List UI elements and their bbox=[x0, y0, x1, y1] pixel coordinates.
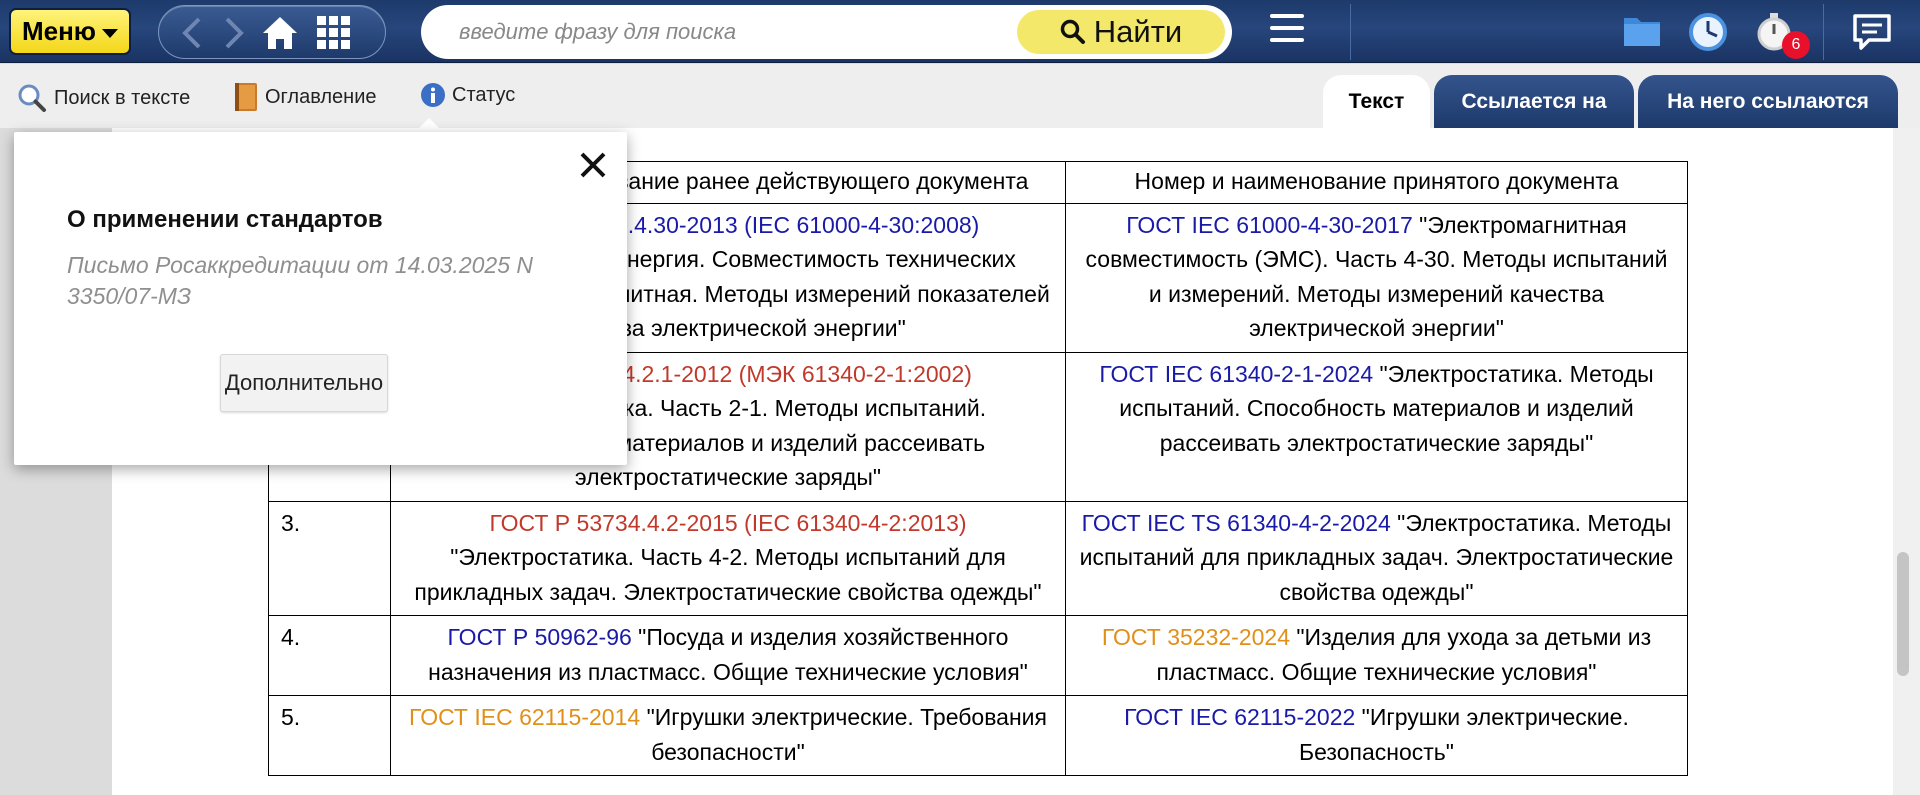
old-document-cell: ГОСТ Р 50962-96 "Посуда и изделия хозяйс… bbox=[390, 615, 1066, 696]
popup-pointer bbox=[414, 118, 444, 133]
new-document-link[interactable]: ГОСТ IEC 62115-2022 bbox=[1124, 704, 1355, 730]
old-document-link[interactable]: ГОСТ Р 53734.4.2-2015 (IEC 61340-4-2:201… bbox=[489, 510, 966, 536]
search-box: Найти bbox=[421, 5, 1232, 59]
new-document-cell: ГОСТ IEC 62115-2022 "Игрушки электрическ… bbox=[1065, 695, 1688, 776]
search-icon bbox=[18, 84, 46, 112]
search-in-text-label: Поиск в тексте bbox=[54, 86, 191, 109]
old-document-link[interactable]: ГОСТ Р 50962-96 bbox=[448, 624, 632, 650]
new-document-cell: ГОСТ IEC 61000-4-30-2017 "Электромагнитн… bbox=[1065, 202, 1688, 353]
popup-title: О применении стандартов bbox=[67, 206, 383, 233]
old-document-title: "Игрушки электрические. Требования безоп… bbox=[640, 704, 1047, 765]
scrollbar-track[interactable] bbox=[1893, 128, 1920, 795]
chevron-right-icon[interactable] bbox=[215, 14, 253, 52]
tab-text[interactable]: Текст bbox=[1323, 75, 1430, 128]
clock-icon[interactable] bbox=[1688, 12, 1728, 52]
tab-text-label: Текст bbox=[1348, 89, 1405, 113]
home-icon[interactable] bbox=[261, 14, 299, 52]
old-document-cell: ГОСТ IEC 62115-2014 "Игрушки электрическ… bbox=[390, 695, 1066, 776]
tab-references-to[interactable]: Ссылается на bbox=[1434, 75, 1634, 128]
menu-button[interactable]: Меню bbox=[9, 8, 131, 55]
hamburger-icon[interactable] bbox=[1270, 14, 1304, 48]
new-document-link[interactable]: ГОСТ IEC 61340-2-1-2024 bbox=[1099, 361, 1373, 387]
close-icon[interactable] bbox=[574, 146, 612, 184]
toolbar-divider bbox=[1350, 4, 1351, 60]
document-toolbar: Поиск в тексте Оглавление Статус Текст С… bbox=[0, 64, 1920, 128]
new-document-cell: ГОСТ 35232-2024 "Изделия для ухода за де… bbox=[1065, 615, 1688, 696]
new-document-link[interactable]: ГОСТ IEC TS 61340-4-2-2024 bbox=[1082, 510, 1391, 536]
menu-button-label: Меню bbox=[21, 16, 97, 46]
tab-references-to-label: Ссылается на bbox=[1461, 89, 1607, 113]
find-button[interactable]: Найти bbox=[1017, 10, 1225, 54]
folder-icon[interactable] bbox=[1622, 12, 1662, 52]
search-in-text-button[interactable]: Поиск в тексте bbox=[16, 82, 190, 114]
book-icon bbox=[235, 83, 257, 111]
row-number: 4. bbox=[268, 615, 391, 696]
table-row: 3. ГОСТ Р 53734.4.2-2015 (IEC 61340-4-2:2… bbox=[268, 500, 1688, 616]
contents-label: Оглавление bbox=[265, 85, 377, 108]
new-document-link[interactable]: ГОСТ IEC 61000-4-30-2017 bbox=[1126, 212, 1413, 238]
more-button[interactable]: Дополнительно bbox=[220, 354, 388, 412]
chevron-left-icon[interactable] bbox=[173, 14, 211, 52]
grid-icon[interactable] bbox=[315, 14, 353, 52]
scrollbar-thumb[interactable] bbox=[1897, 552, 1909, 676]
popup-subtitle: Письмо Росаккредитации от 14.03.2025 N 3… bbox=[67, 252, 533, 309]
new-document-link[interactable]: ГОСТ 35232-2024 bbox=[1102, 624, 1290, 650]
contents-button[interactable]: Оглавление bbox=[233, 82, 377, 112]
old-document-title: "Электростатика. Часть 4-2. Методы испыт… bbox=[414, 544, 1042, 605]
table-row: 4. ГОСТ Р 50962-96 "Посуда и изделия хозя… bbox=[268, 615, 1688, 696]
status-button[interactable]: Статус bbox=[420, 82, 515, 108]
magnifier-icon bbox=[1060, 19, 1085, 44]
row-number: 3. bbox=[268, 500, 391, 616]
top-toolbar: Меню Найти bbox=[0, 0, 1920, 63]
old-document-link[interactable]: ГОСТ IEC 62115-2014 bbox=[409, 704, 640, 730]
tab-referenced-by[interactable]: На него ссылаются bbox=[1638, 75, 1898, 128]
new-document-cell: ГОСТ IEC TS 61340-4-2-2024 "Электростати… bbox=[1065, 500, 1688, 616]
chat-icon[interactable] bbox=[1852, 12, 1892, 52]
status-label: Статус bbox=[452, 83, 516, 106]
header-new-document: Номер и наименование принятого документа bbox=[1065, 161, 1688, 204]
status-popup: О применении стандартов Письмо Росаккред… bbox=[14, 132, 627, 465]
caret-down-icon bbox=[102, 28, 119, 38]
toolbar-divider bbox=[1823, 4, 1824, 60]
tab-referenced-by-label: На него ссылаются bbox=[1667, 89, 1869, 113]
table-row: 5. ГОСТ IEC 62115-2014 "Игрушки электриче… bbox=[268, 695, 1688, 776]
navigation-group bbox=[158, 5, 386, 59]
search-input[interactable] bbox=[459, 15, 1019, 49]
notification-badge: 6 bbox=[1782, 31, 1810, 59]
find-button-label: Найти bbox=[1093, 14, 1183, 49]
old-document-cell: ГОСТ Р 53734.4.2-2015 (IEC 61340-4-2:201… bbox=[390, 500, 1066, 616]
row-number: 5. bbox=[268, 695, 391, 776]
new-document-cell: ГОСТ IEC 61340-2-1-2024 "Электростатика.… bbox=[1065, 351, 1688, 502]
info-icon bbox=[421, 83, 445, 107]
